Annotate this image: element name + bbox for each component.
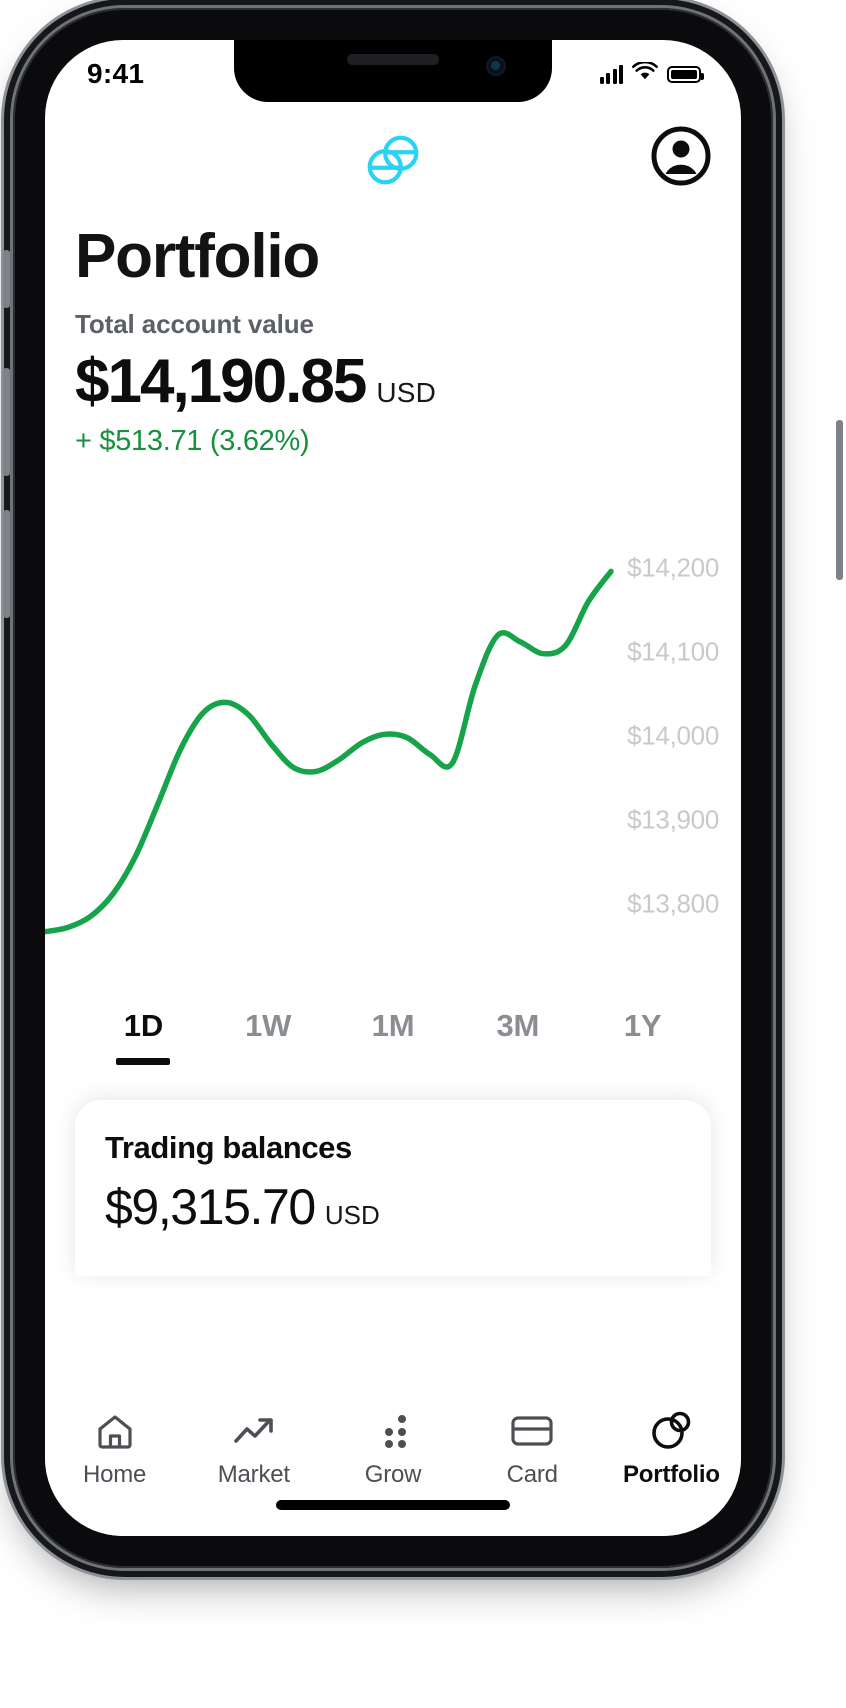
portfolio-chart[interactable]: $14,200 $14,100 $14,000 $13,900 $13,800: [45, 506, 741, 966]
bottom-tab-bar: Home Market Grow Card Portfolio: [45, 1388, 741, 1536]
range-tab-3m[interactable]: 3M: [455, 1008, 580, 1044]
range-tab-1w[interactable]: 1W: [206, 1008, 331, 1044]
tabbar-item-card[interactable]: Card: [463, 1410, 602, 1489]
tabbar-item-label: Card: [506, 1461, 558, 1488]
range-tab-1m[interactable]: 1M: [331, 1008, 456, 1044]
trading-balances-card[interactable]: Trading balances $9,315.70 USD: [75, 1099, 711, 1276]
page-title: Portfolio: [75, 222, 320, 291]
gemini-logo-icon: [362, 129, 424, 191]
chart-y-tick-label: $14,100: [627, 636, 719, 667]
portfolio-circles-icon: [648, 1410, 694, 1452]
tabbar-item-grow[interactable]: Grow: [323, 1410, 462, 1489]
tabbar-item-home[interactable]: Home: [45, 1410, 184, 1489]
home-indicator[interactable]: [276, 1500, 510, 1510]
range-tab-label: 1M: [371, 1007, 415, 1043]
account-avatar-icon[interactable]: [651, 126, 711, 186]
chart-y-tick-label: $13,900: [627, 804, 719, 835]
tabbar-item-portfolio[interactable]: Portfolio: [602, 1410, 741, 1489]
app-header: [45, 120, 741, 200]
range-tab-active-underline: [116, 1057, 171, 1065]
trading-balances-currency: USD: [324, 1199, 380, 1230]
power-button[interactable]: [836, 420, 843, 580]
trending-up-icon: [231, 1410, 277, 1452]
trading-balances-value-row: $9,315.70 USD: [105, 1178, 681, 1236]
total-account-currency: USD: [376, 376, 437, 408]
volume-down-button[interactable]: [3, 510, 10, 618]
chart-y-tick-label: $14,000: [627, 720, 719, 751]
battery-full-icon: [667, 65, 704, 83]
chart-y-tick-label: $13,800: [627, 888, 719, 919]
chart-y-tick-label: $14,200: [627, 552, 719, 583]
home-icon: [92, 1410, 138, 1452]
grow-dots-icon: [370, 1410, 416, 1452]
portfolio-change: + $513.71 (3.62%): [75, 424, 310, 457]
tabbar-item-label: Market: [217, 1461, 290, 1488]
tabbar-item-label: Grow: [364, 1461, 422, 1488]
balance-card-area: Trading balances $9,315.70 USD: [45, 1099, 741, 1276]
range-tab-label: 1D: [123, 1007, 164, 1043]
range-tab-label: 3M: [496, 1007, 540, 1043]
trading-balances-title: Trading balances: [105, 1129, 352, 1165]
credit-card-icon: [509, 1410, 555, 1452]
phone-screen: 9:41 Portfolio Total account value $14,1…: [45, 40, 741, 1536]
tabbar-item-market[interactable]: Market: [184, 1410, 323, 1489]
range-tab-1d[interactable]: 1D: [81, 1008, 206, 1065]
range-tab-1y[interactable]: 1Y: [580, 1008, 705, 1044]
earpiece-speaker: [347, 54, 439, 65]
total-account-value: $14,190.85: [75, 346, 367, 416]
device-notch: [234, 40, 552, 102]
screenshot-stage: 9:41 Portfolio Total account value $14,1…: [0, 0, 846, 1708]
wifi-icon: [632, 60, 658, 86]
range-tab-label: 1Y: [623, 1007, 662, 1043]
volume-up-button[interactable]: [3, 368, 10, 476]
tabbar-item-label: Home: [82, 1461, 147, 1488]
status-bar-time: 9:41: [87, 58, 145, 89]
chart-y-axis-labels: $14,200 $14,100 $14,000 $13,900 $13,800: [611, 506, 741, 966]
trading-balances-value: $9,315.70: [105, 1178, 316, 1235]
range-tab-label: 1W: [245, 1007, 292, 1043]
total-account-value-row: $14,190.85 USD: [45, 340, 741, 417]
chart-range-tabs: 1D 1W 1M 3M 1Y: [45, 966, 741, 1086]
total-account-value-label: Total account value: [75, 308, 314, 339]
front-camera: [486, 56, 506, 76]
signal-bars-icon: [599, 64, 623, 84]
silence-switch[interactable]: [3, 250, 10, 308]
main-content: Portfolio Total account value $14,190.85…: [45, 200, 741, 1276]
status-bar-indicators: [599, 60, 704, 86]
tabbar-item-label: Portfolio: [622, 1461, 720, 1488]
